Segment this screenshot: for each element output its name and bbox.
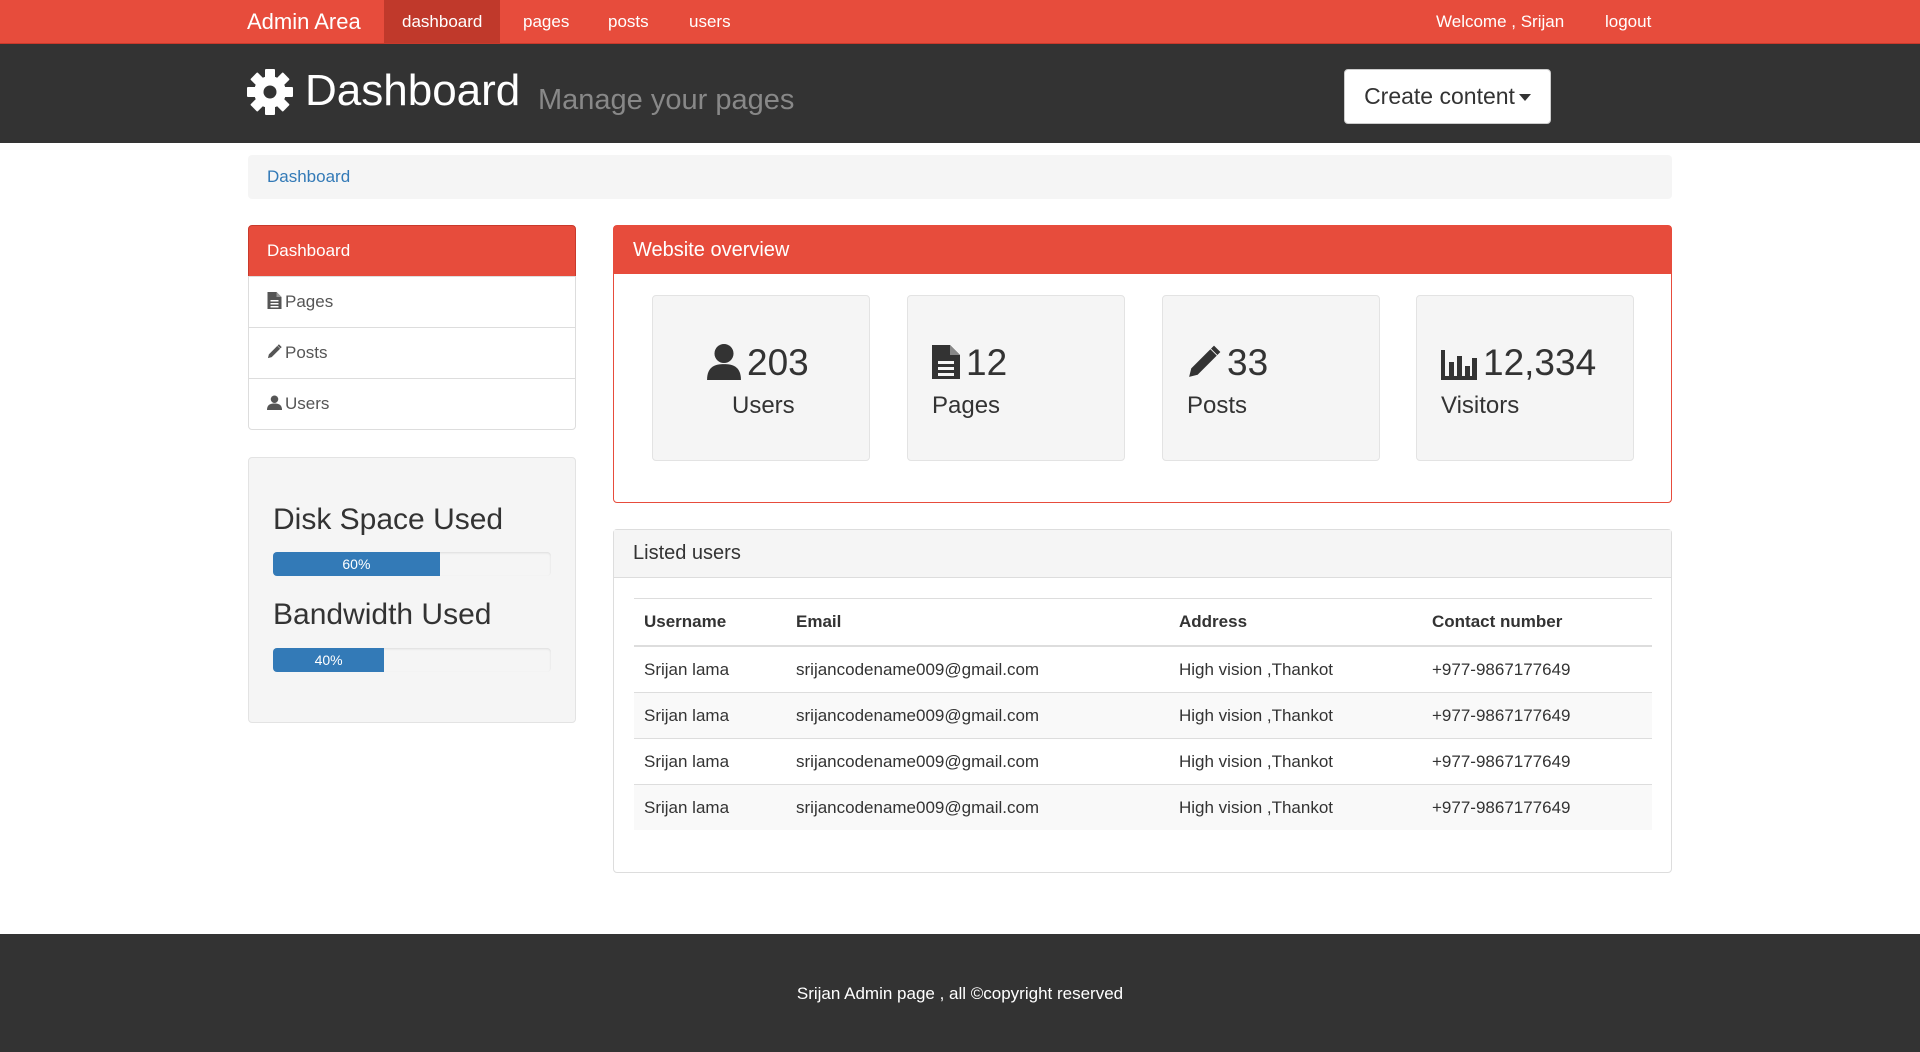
disk-space-progress: 60%: [273, 552, 551, 576]
table-row: Srijan lama srijancodename009@gmail.com …: [634, 692, 1652, 739]
breadcrumb-item-dashboard[interactable]: Dashboard: [267, 167, 350, 186]
table-cell: Srijan lama: [634, 738, 786, 785]
bandwidth-heading: Bandwidth Used: [273, 598, 492, 631]
page-subtitle: Manage your pages: [538, 84, 795, 116]
table-cell: High vision ,Thankot: [1169, 738, 1422, 785]
page-title: Dashboard: [305, 66, 521, 115]
gear-icon: [247, 69, 293, 115]
bandwidth-bar: 40%: [273, 648, 385, 672]
website-overview-panel: Website overview 203 Users 12 Pages 33 P…: [613, 225, 1672, 503]
table-cell: srijancodename009@gmail.com: [786, 645, 1169, 693]
table-cell: srijancodename009@gmail.com: [786, 692, 1169, 739]
stat-pages: 12 Pages: [907, 295, 1125, 461]
table-cell: Srijan lama: [634, 645, 786, 693]
table-cell: Srijan lama: [634, 784, 786, 830]
table-cell: High vision ,Thankot: [1169, 692, 1422, 739]
table-header-row: Username Email Address Contact number: [634, 598, 1652, 647]
nav-link-users[interactable]: users: [671, 0, 749, 43]
stats-icon: [1441, 350, 1477, 380]
stat-value: 33: [1227, 342, 1269, 383]
stat-value: 12: [966, 342, 1008, 383]
table-cell: +977-9867177649: [1422, 692, 1652, 739]
stat-label: Users: [732, 392, 795, 419]
stat-value: 12,334: [1483, 342, 1597, 383]
sidebar-item-pages[interactable]: Pages: [248, 276, 576, 328]
table-cell: +977-9867177649: [1422, 645, 1652, 693]
pencil-icon: [267, 344, 282, 359]
sidebar-item-label: Pages: [285, 292, 334, 311]
stat-label: Posts: [1187, 392, 1248, 419]
nav-link-dashboard[interactable]: dashboard: [384, 0, 501, 43]
user-icon: [707, 344, 741, 380]
users-table: Username Email Address Contact number Sr…: [634, 598, 1652, 830]
table-cell: +977-9867177649: [1422, 784, 1652, 830]
column-header: Username: [634, 598, 786, 647]
top-navbar: Admin Area dashboard pages posts users W…: [0, 0, 1920, 44]
sidebar-item-label: Posts: [285, 343, 328, 362]
table-cell: +977-9867177649: [1422, 738, 1652, 785]
brand-link[interactable]: Admin Area: [247, 0, 361, 43]
overview-heading: Website overview: [614, 226, 1671, 274]
create-content-button[interactable]: Create content: [1344, 69, 1551, 124]
table-cell: srijancodename009@gmail.com: [786, 784, 1169, 830]
table-row: Srijan lama srijancodename009@gmail.com …: [634, 738, 1652, 785]
listed-users-heading: Listed users: [614, 530, 1671, 578]
stat-users: 203 Users: [652, 295, 870, 461]
nav-link-pages[interactable]: pages: [505, 0, 587, 43]
column-header: Contact number: [1422, 598, 1652, 647]
caret-down-icon: [1518, 94, 1531, 102]
page-header: Dashboard Manage your pages Create conte…: [0, 44, 1920, 143]
footer-copyright: Srijan Admin page , all ©copyright reser…: [796, 984, 1124, 1003]
disk-space-heading: Disk Space Used: [273, 503, 504, 536]
column-header: Address: [1169, 598, 1422, 647]
welcome-link[interactable]: Welcome , Srijan: [1436, 0, 1564, 43]
sidebar-item-label: Dashboard: [267, 241, 351, 260]
table-cell: High vision ,Thankot: [1169, 784, 1422, 830]
sidebar-item-dashboard[interactable]: Dashboard: [248, 225, 576, 277]
table-row: Srijan lama srijancodename009@gmail.com …: [634, 784, 1652, 830]
stat-value: 203: [747, 342, 809, 383]
column-header: Email: [786, 598, 1169, 647]
sidebar-item-users[interactable]: Users: [248, 378, 576, 430]
stat-label: Visitors: [1441, 392, 1520, 419]
page-footer: Srijan Admin page , all ©copyright reser…: [0, 934, 1920, 1052]
sidebar-item-posts[interactable]: Posts: [248, 327, 576, 379]
user-icon: [267, 395, 282, 410]
table-cell: High vision ,Thankot: [1169, 645, 1422, 693]
create-content-label: Create content: [1364, 83, 1515, 109]
sidebar-item-label: Users: [285, 394, 330, 413]
listed-users-panel: Listed users Username Email Address Cont…: [613, 529, 1672, 873]
nav-link-posts[interactable]: posts: [590, 0, 667, 43]
file-icon: [267, 292, 282, 309]
file-icon: [932, 345, 960, 379]
breadcrumb: Dashboard: [248, 155, 1672, 199]
stat-visitors: 12,334 Visitors: [1416, 295, 1634, 461]
usage-well: Disk Space Used 60% Bandwidth Used 40%: [248, 457, 576, 723]
stat-label: Pages: [932, 392, 1001, 419]
disk-space-bar: 60%: [273, 552, 440, 576]
table-row: Srijan lama srijancodename009@gmail.com …: [634, 645, 1652, 693]
table-cell: srijancodename009@gmail.com: [786, 738, 1169, 785]
sidebar-menu: Dashboard Pages Posts Users: [248, 225, 576, 430]
table-cell: Srijan lama: [634, 692, 786, 739]
logout-link[interactable]: logout: [1605, 0, 1651, 43]
pencil-icon: [1189, 345, 1221, 377]
stat-posts: 33 Posts: [1162, 295, 1380, 461]
bandwidth-progress: 40%: [273, 648, 551, 672]
